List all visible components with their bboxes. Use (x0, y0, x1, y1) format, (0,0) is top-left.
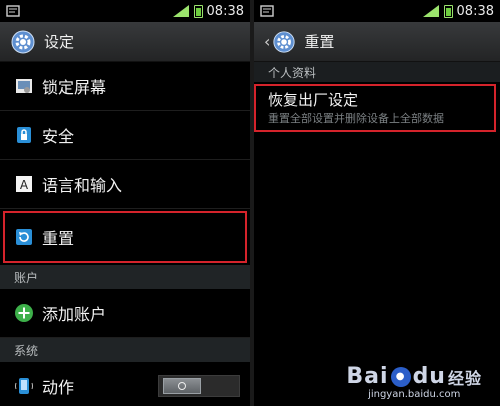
action-bar: 设定 (0, 22, 250, 62)
action-bar: ‹ 重置 (254, 22, 500, 62)
settings-gear-icon[interactable] (272, 30, 296, 54)
factory-reset-title: 恢复出厂设定 (268, 91, 359, 109)
paw-icon: ● (390, 366, 411, 387)
settings-item-label: 添加账户 (42, 305, 107, 324)
baidu-watermark: Bai ● du 经验 jingyan.baidu.com (346, 364, 482, 400)
notification-icon (6, 5, 20, 17)
settings-item-motion[interactable]: 动作 (0, 362, 250, 406)
page-title: 重置 (304, 33, 335, 51)
toggle-off-icon (178, 382, 186, 390)
page-title: 设定 (44, 33, 75, 51)
settings-item-label: 语言和输入 (42, 176, 123, 195)
settings-panel: 08:38 设定 锁定屏幕 安全 A 语言和输入 重置 账户 添加账户 系统 动… (0, 0, 250, 406)
security-lock-icon (14, 125, 34, 145)
status-time: 08:38 (206, 3, 244, 19)
section-header-accounts: 账户 (0, 265, 250, 289)
settings-item-security[interactable]: 安全 (0, 111, 250, 160)
motion-icon (14, 376, 34, 396)
settings-item-lock-screen[interactable]: 锁定屏幕 (0, 62, 250, 111)
factory-reset-item[interactable]: 恢复出厂设定 重置全部设置并删除设备上全部数据 (254, 84, 496, 132)
baidu-logo: Bai ● du 经验 (346, 364, 482, 389)
settings-gear-icon[interactable] (10, 29, 36, 55)
language-icon: A (14, 174, 34, 194)
battery-icon (443, 4, 453, 18)
status-time: 08:38 (456, 3, 494, 19)
svg-text:A: A (20, 178, 29, 192)
notification-icon (260, 5, 274, 17)
settings-item-reset[interactable]: 重置 (3, 211, 247, 263)
settings-item-label: 重置 (42, 229, 75, 248)
factory-reset-subtitle: 重置全部设置并删除设备上全部数据 (268, 112, 444, 125)
section-header-system: 系统 (0, 338, 250, 362)
reset-icon (14, 227, 34, 247)
section-header-personal: 个人资料 (254, 62, 500, 82)
signal-icon (422, 5, 439, 17)
settings-item-label: 安全 (42, 127, 75, 146)
settings-item-add-account[interactable]: 添加账户 (0, 289, 250, 338)
settings-item-label: 锁定屏幕 (42, 78, 107, 97)
back-chevron-icon[interactable]: ‹ (264, 32, 270, 51)
settings-item-label: 动作 (42, 378, 75, 397)
settings-item-language[interactable]: A 语言和输入 (0, 160, 250, 209)
lock-screen-icon (14, 76, 34, 96)
watermark-url: jingyan.baidu.com (368, 389, 461, 400)
add-icon (14, 303, 34, 323)
signal-icon (172, 5, 189, 17)
motion-toggle[interactable] (158, 375, 240, 397)
battery-icon (193, 4, 203, 18)
toggle-knob[interactable] (163, 378, 201, 394)
status-bar: 08:38 (0, 0, 250, 22)
reset-panel: 08:38 ‹ 重置 个人资料 恢复出厂设定 重置全部设置并删除设备上全部数据 … (254, 0, 500, 406)
status-bar: 08:38 (254, 0, 500, 22)
